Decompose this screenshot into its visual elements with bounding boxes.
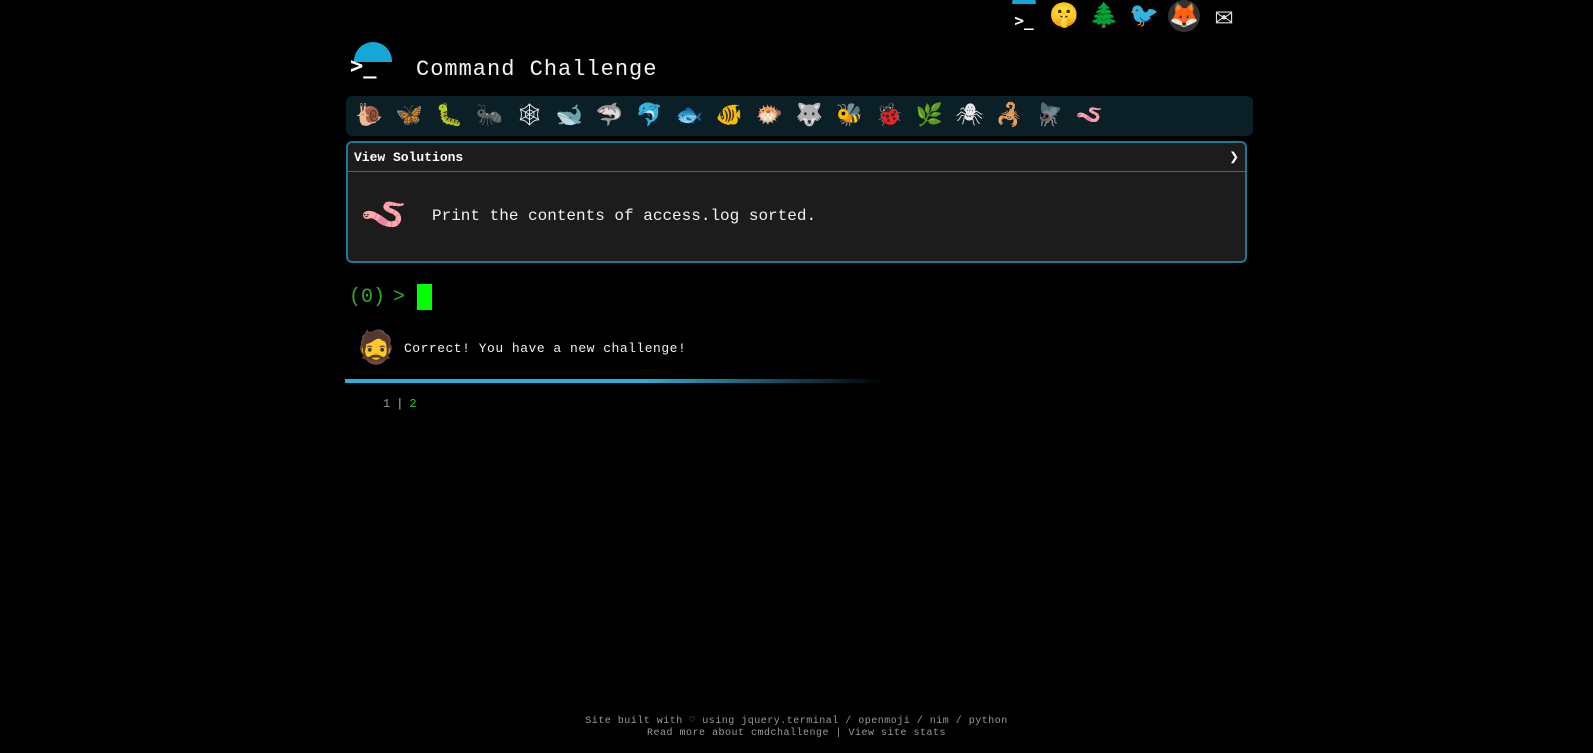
fly-icon[interactable]: 🪰 <box>1034 101 1065 131</box>
caterpillar-glyph: 🐛 <box>435 104 464 129</box>
chevron-right-icon[interactable]: ❯ <box>1229 147 1239 167</box>
leaf-bug-icon[interactable]: 🌿 <box>914 101 945 131</box>
tropical-fish-icon[interactable]: 🐠 <box>714 101 745 131</box>
worm-icon[interactable]: 🪱 <box>1074 101 1105 131</box>
prompt-close-paren: ) <box>373 285 386 309</box>
blowfish-icon[interactable]: 🐡 <box>754 101 785 131</box>
worm-glyph: 🪱 <box>1075 104 1104 129</box>
cmdchallenge-icon[interactable]: >_ <box>1008 0 1040 32</box>
shark-icon[interactable]: 🦈 <box>594 101 625 131</box>
blowfish-glyph: 🐡 <box>755 104 784 129</box>
whale-icon[interactable]: 🐋 <box>554 101 585 131</box>
bee-icon[interactable]: 🐝 <box>834 101 865 131</box>
scorpion-icon[interactable]: 🦂 <box>994 101 1025 131</box>
ant-icon[interactable]: 🐜 <box>474 101 505 131</box>
ant-glyph: 🐜 <box>475 104 504 129</box>
challenge-task-text: Print the contents of access.log sorted. <box>432 207 817 225</box>
spider-icon[interactable]: 🕷 <box>954 101 985 131</box>
solutions-panel: View Solutions ❯ 🪱 Print the contents of… <box>346 141 1247 263</box>
shark-glyph: 🦈 <box>595 104 624 129</box>
feedback-message: 🧔 Correct! You have a new challenge! <box>356 328 686 368</box>
web-glyph: 🕸 <box>515 104 544 129</box>
dolphin-glyph: 🐬 <box>635 104 664 129</box>
cmdchallenge-glyph: >_ <box>1014 10 1034 30</box>
snail-icon[interactable]: 🐌 <box>354 101 385 131</box>
twitter-icon[interactable]: 🐦 <box>1128 0 1160 32</box>
output-separator: | <box>396 397 404 411</box>
social-links: >_ 🤫 🌲 🐦 🦊 ✉ <box>1008 0 1240 35</box>
bee-glyph: 🐝 <box>835 104 864 129</box>
wolf-icon[interactable]: 🐺 <box>794 101 825 131</box>
tropical-fish-glyph: 🐠 <box>715 104 744 129</box>
terminal-cursor[interactable] <box>417 284 433 310</box>
spider-glyph: 🕷 <box>955 104 984 129</box>
leaf-bug-glyph: 🌿 <box>915 104 944 129</box>
logo-prompt-icon: >_ <box>350 54 377 79</box>
footer: Site built with ♡ using jquery.terminal … <box>0 716 1593 740</box>
solutions-panel-header[interactable]: View Solutions ❯ <box>348 143 1245 172</box>
shushing-face-glyph: 🤫 <box>1049 4 1079 31</box>
scorpion-glyph: 🦂 <box>995 104 1024 129</box>
gitlab-glyph: 🦊 <box>1169 4 1199 31</box>
butterfly-icon[interactable]: 🦋 <box>394 101 425 131</box>
butterfly-glyph: 🦋 <box>395 104 424 129</box>
fish-icon[interactable]: 🐟 <box>674 101 705 131</box>
mail-glyph: ✉ <box>1214 0 1234 35</box>
prompt-open-paren: ( <box>349 285 362 309</box>
challenge-description: 🪱 Print the contents of access.log sorte… <box>348 172 1245 260</box>
footer-links: Read more about cmdchallenge | View site… <box>0 728 1593 740</box>
whale-glyph: 🐋 <box>555 104 584 129</box>
gitlab-icon[interactable]: 🦊 <box>1168 0 1200 32</box>
prompt-symbol: > <box>393 285 406 309</box>
output-value: 2 <box>409 397 417 411</box>
bearded-person-icon: 🧔 <box>356 331 396 368</box>
footer-credits: Site built with ♡ using jquery.terminal … <box>585 716 1008 727</box>
shushing-face-icon[interactable]: 🤫 <box>1048 0 1080 32</box>
ladybug-glyph: 🐞 <box>875 104 904 129</box>
ladybug-icon[interactable]: 🐞 <box>874 101 905 131</box>
dolphin-icon[interactable]: 🐬 <box>634 101 665 131</box>
tree-icon[interactable]: 🌲 <box>1088 0 1120 32</box>
worm-icon: 🪱 <box>360 196 408 239</box>
caterpillar-icon[interactable]: 🐛 <box>434 101 465 131</box>
fish-glyph: 🐟 <box>675 104 704 129</box>
fly-glyph: 🪰 <box>1035 104 1064 129</box>
snail-glyph: 🐌 <box>355 104 384 129</box>
web-icon[interactable]: 🕸 <box>514 101 545 131</box>
mail-icon[interactable]: ✉ <box>1208 0 1240 35</box>
feedback-text: Correct! You have a new challenge! <box>404 340 687 356</box>
footer-separator: | <box>829 728 849 739</box>
page-header: >_ Command Challenge <box>346 40 657 88</box>
output-line-number: 1 <box>383 397 391 411</box>
logo[interactable]: >_ <box>346 40 394 88</box>
wolf-glyph: 🐺 <box>795 104 824 129</box>
terminal-prompt[interactable]: ( 0 ) > <box>349 284 433 310</box>
view-solutions-label[interactable]: View Solutions <box>354 150 463 165</box>
challenge-bar: 🐌 🦋 🐛 🐜 🕸 🐋 🦈 🐬 🐟 🐠 🐡 🐺 🐝 🐞 🌿 🕷 🦂 🪰 🪱 <box>346 96 1253 136</box>
twitter-glyph: 🐦 <box>1129 4 1159 31</box>
read-more-link[interactable]: Read more about cmdchallenge <box>647 728 829 739</box>
site-stats-link[interactable]: View site stats <box>849 728 947 739</box>
command-output: 1 | 2 <box>383 397 417 411</box>
tree-glyph: 🌲 <box>1089 4 1119 31</box>
divider <box>345 379 885 383</box>
prompt-count: 0 <box>361 285 374 309</box>
page-title: Command Challenge <box>416 56 658 82</box>
